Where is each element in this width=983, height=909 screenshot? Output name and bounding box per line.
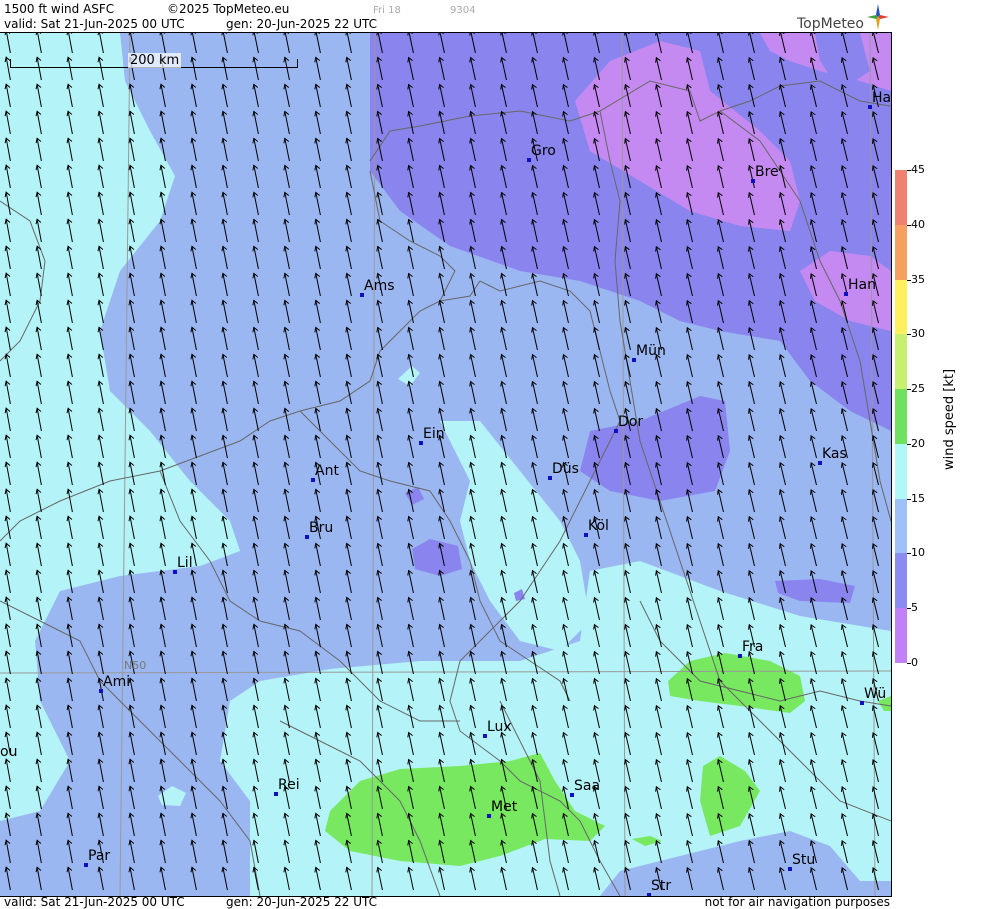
colorbar-tick-label: 15: [911, 491, 925, 505]
colorbar-segment: [895, 170, 907, 226]
topmeteo-logo[interactable]: TopMeteo: [797, 4, 889, 32]
wind-map[interactable]: 200 km N50 Ha Gro Bre Ams Han Mün Dor Ei…: [0, 32, 892, 897]
colorbar-tick-label: 20: [911, 436, 925, 450]
compass-star-icon: [867, 4, 889, 30]
colorbar-segment: [895, 279, 907, 335]
faint-day-text: Fri 18: [373, 5, 401, 16]
latitude-label: N50: [124, 659, 147, 672]
colorbar-segment: [895, 608, 907, 664]
wind-speed-colorbar: 45 40 35 30 25 20 15 10 5 0: [895, 163, 925, 669]
colorbar-segment: [895, 443, 907, 500]
colorbar-segment: [895, 389, 907, 445]
footer-valid-time: valid: Sat 21-Jun-2025 00 UTC: [4, 895, 185, 909]
generated-time: gen: 20-Jun-2025 22 UTC: [226, 17, 378, 31]
disclaimer-text: not for air navigation purposes: [704, 895, 890, 909]
colorbar-tick-label: 45: [911, 163, 925, 176]
scale-bar: 200 km: [10, 53, 298, 69]
logo-text: TopMeteo: [797, 16, 864, 32]
colorbar-segment: [895, 553, 907, 609]
colorbar-title: wind speed [kt]: [942, 368, 957, 470]
footer-generated-time: gen: 20-Jun-2025 22 UTC: [226, 895, 378, 909]
colorbar-segment: [895, 224, 907, 281]
valid-time: valid: Sat 21-Jun-2025 00 UTC: [4, 17, 185, 31]
copyright-text: ©2025 TopMeteo.eu: [167, 2, 290, 16]
scale-bar-label: 200 km: [128, 53, 182, 68]
colorbar-tick-label: 40: [911, 217, 925, 231]
colorbar-tick-label: 25: [911, 382, 925, 396]
colorbar-segment: [895, 498, 907, 554]
colorbar-tick-label: 35: [911, 272, 925, 286]
faint-code-text: 9304: [450, 5, 476, 16]
colorbar-tick-label: 5: [911, 601, 918, 615]
wind-field-svg: [0, 33, 891, 896]
colorbar-segment: [895, 334, 907, 390]
colorbar-tick-label: 30: [911, 327, 925, 341]
product-title: 1500 ft wind ASFC: [4, 2, 115, 16]
colorbar-tick-label: 10: [911, 546, 925, 560]
colorbar-tick-label: 0: [911, 656, 918, 669]
